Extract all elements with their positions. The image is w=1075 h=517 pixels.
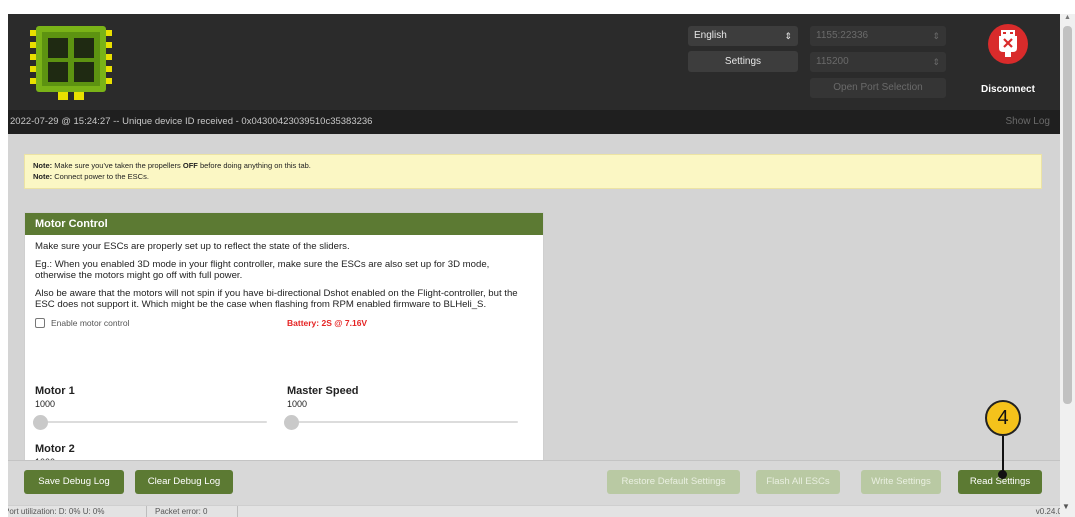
master-speed-group: Master Speed 1000 [287, 385, 359, 409]
motor-control-info: Make sure your ESCs are properly set up … [35, 241, 350, 252]
motor-control-dshot-warning: Also be aware that the motors will not s… [35, 287, 518, 311]
scrollbar-thumb[interactable] [1063, 26, 1072, 404]
usb-disconnect-icon [988, 24, 1028, 64]
note-text: before doing anything on this tab. [199, 161, 311, 170]
packet-error: Packet error: 0 [155, 507, 208, 516]
slider-track [33, 421, 267, 423]
language-select-value: English [694, 30, 727, 41]
settings-button[interactable]: Settings [688, 51, 798, 72]
app-window: English ⇕ Settings 1155:22336 ⇕ 115200 ⇕… [8, 14, 1060, 517]
callout-pointer-line [1002, 436, 1004, 474]
app-header: English ⇕ Settings 1155:22336 ⇕ 115200 ⇕… [8, 14, 1060, 110]
scroll-down-icon[interactable]: ▼ [1062, 502, 1070, 511]
motor-1-slider[interactable] [33, 415, 267, 430]
language-select[interactable]: English ⇕ [688, 26, 798, 46]
enable-motor-control-row: Enable motor control Battery: 2S @ 7.16V [35, 317, 533, 333]
log-bar: 2022-07-29 @ 15:24:27 -- Unique device I… [8, 110, 1060, 134]
select-arrows-icon: ⇕ [784, 31, 792, 41]
note-propellers: Note: Make sure you've taken the propell… [33, 160, 1033, 171]
step-callout-badge: 4 [985, 400, 1021, 436]
note-text: Make sure you've taken the propellers [54, 161, 181, 170]
slider-knob[interactable] [284, 415, 299, 430]
enable-motor-control-checkbox[interactable] [35, 317, 45, 328]
disconnect-button[interactable]: Disconnect [970, 20, 1046, 104]
note-text: Connect power to the ESCs. [54, 172, 149, 181]
master-speed-title: Master Speed [287, 385, 359, 397]
select-arrows-icon: ⇕ [932, 31, 940, 41]
slider-track [284, 421, 518, 423]
disconnect-label: Disconnect [981, 84, 1035, 95]
baud-select[interactable]: 115200 ⇕ [810, 52, 946, 72]
battery-status: Battery: 2S @ 7.16V [287, 317, 368, 328]
callout-pointer-dot [998, 470, 1007, 479]
motor-1-group: Motor 1 1000 [35, 385, 75, 409]
page-scrollbar[interactable]: ▲ ▼ [1060, 14, 1075, 517]
flash-all-escs-button[interactable]: Flash All ESCs [756, 470, 840, 494]
save-debug-log-button[interactable]: Save Debug Log [24, 470, 124, 494]
show-log-link[interactable]: Show Log [1006, 110, 1050, 134]
note-prefix: Note: [33, 172, 53, 181]
baud-select-value: 115200 [816, 56, 849, 67]
note-emphasis: OFF [182, 161, 198, 170]
motor-control-title: Motor Control [25, 213, 543, 235]
motor-1-title: Motor 1 [35, 385, 75, 397]
version-label: v0.24.0 [1035, 507, 1060, 516]
port-select[interactable]: 1155:22336 ⇕ [810, 26, 946, 46]
status-divider [237, 506, 238, 517]
motor-control-panel: Motor Control Make sure your ESCs are pr… [24, 212, 544, 464]
motor-control-3d-warning: Eg.: When you enabled 3D mode in your fl… [35, 258, 490, 282]
motor-control-body: Make sure your ESCs are properly set up … [25, 235, 543, 339]
notes-box: Note: Make sure you've taken the propell… [24, 154, 1042, 189]
bottom-toolbar: Save Debug Log Clear Debug Log Restore D… [8, 460, 1060, 505]
scroll-up-icon[interactable]: ▲ [1064, 14, 1071, 21]
motor-2-title: Motor 2 [35, 443, 75, 455]
port-select-value: 1155:22336 [816, 30, 869, 41]
esc-board-logo-icon [30, 26, 112, 100]
note-prefix: Note: [33, 161, 53, 170]
slider-knob[interactable] [33, 415, 48, 430]
motor-1-value: 1000 [35, 399, 56, 409]
note-power: Note: Connect power to the ESCs. [33, 171, 1033, 182]
port-utilization: Port utilization: D: 0% U: 0% [8, 507, 105, 516]
write-settings-button[interactable]: Write Settings [861, 470, 941, 494]
open-port-selection-button[interactable]: Open Port Selection [810, 78, 946, 98]
status-bar: Port utilization: D: 0% U: 0% Packet err… [8, 505, 1060, 517]
log-message: 2022-07-29 @ 15:24:27 -- Unique device I… [10, 116, 373, 127]
status-divider [146, 506, 147, 517]
master-speed-value: 1000 [287, 399, 308, 409]
select-arrows-icon: ⇕ [932, 57, 940, 67]
enable-motor-control-label[interactable]: Enable motor control [51, 318, 129, 330]
restore-default-settings-button[interactable]: Restore Default Settings [607, 470, 740, 494]
master-speed-slider[interactable] [284, 415, 518, 430]
clear-debug-log-button[interactable]: Clear Debug Log [135, 470, 233, 494]
